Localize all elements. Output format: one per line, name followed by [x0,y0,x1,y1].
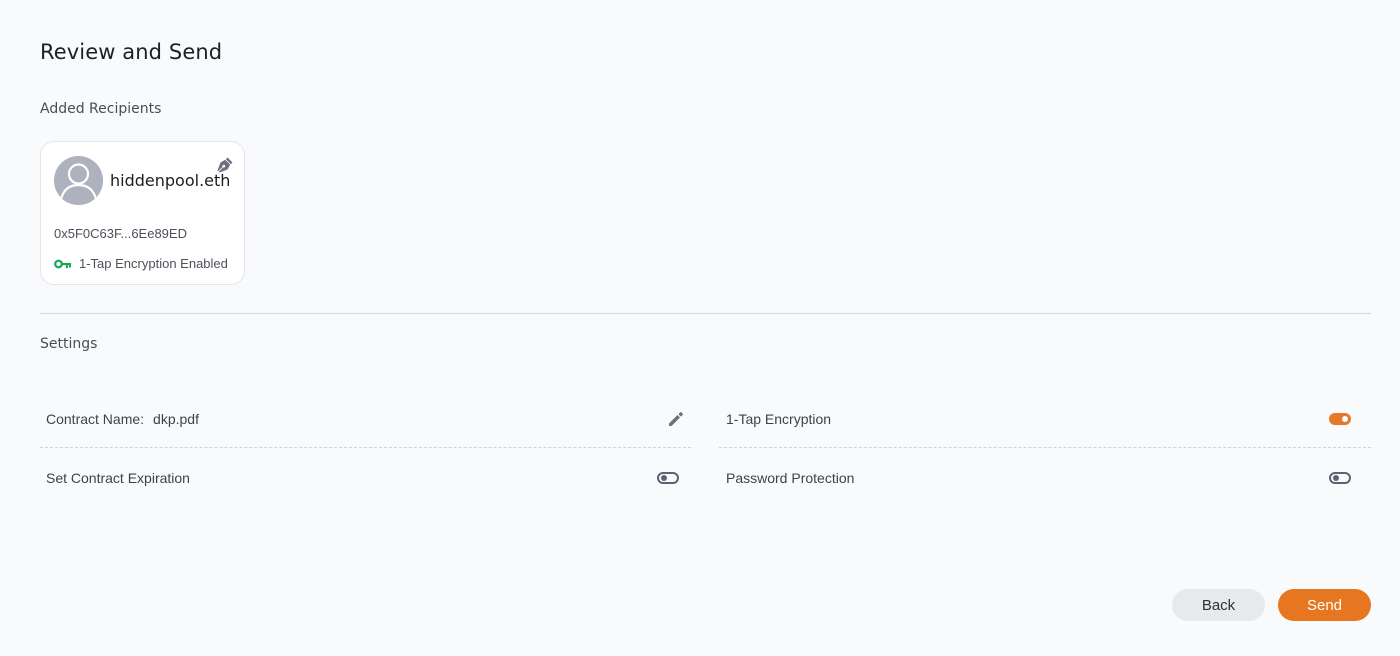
user-avatar-icon [54,156,103,205]
contract-name-label: Contract Name: [46,411,145,427]
one-tap-encryption-toggle[interactable] [1329,413,1351,425]
password-protection-row: Password Protection [719,449,1371,506]
back-button[interactable]: Back [1172,589,1265,621]
contract-expiration-label: Set Contract Expiration [46,469,190,486]
toggle-knob [661,474,667,481]
recipients-heading: Added Recipients [40,101,162,117]
one-tap-encryption-label: 1-Tap Encryption [726,411,832,427]
toggle-knob [1342,416,1348,422]
contract-expiration-row: Set Contract Expiration [40,449,691,506]
encryption-status: 1-Tap Encryption Enabled [54,256,228,271]
recipient-name: hiddenpool.eth [110,171,231,190]
one-tap-encryption-row: 1-Tap Encryption [719,391,1371,448]
page-title: Review and Send [40,40,223,64]
key-icon [54,259,71,268]
settings-heading: Settings [40,336,98,352]
review-and-send-page: Review and Send Added Recipients hiddenp… [0,0,1400,656]
password-protection-label: Password Protection [726,469,855,486]
signer-pen-icon [216,156,234,174]
pencil-icon[interactable] [667,410,685,428]
recipient-address: 0x5F0C63F...6Ee89ED [54,226,187,241]
send-button[interactable]: Send [1278,589,1371,621]
section-divider [40,313,1371,314]
contract-expiration-toggle[interactable] [657,471,679,484]
contract-name-row: Contract Name: dkp.pdf [40,391,691,448]
recipient-card: hiddenpool.eth 0x5F0C63F...6Ee89ED 1-Tap… [40,141,245,285]
encryption-status-label: 1-Tap Encryption Enabled [79,256,228,271]
contract-name-value: dkp.pdf [153,411,199,427]
toggle-knob [1333,474,1339,481]
password-protection-toggle[interactable] [1329,471,1351,484]
